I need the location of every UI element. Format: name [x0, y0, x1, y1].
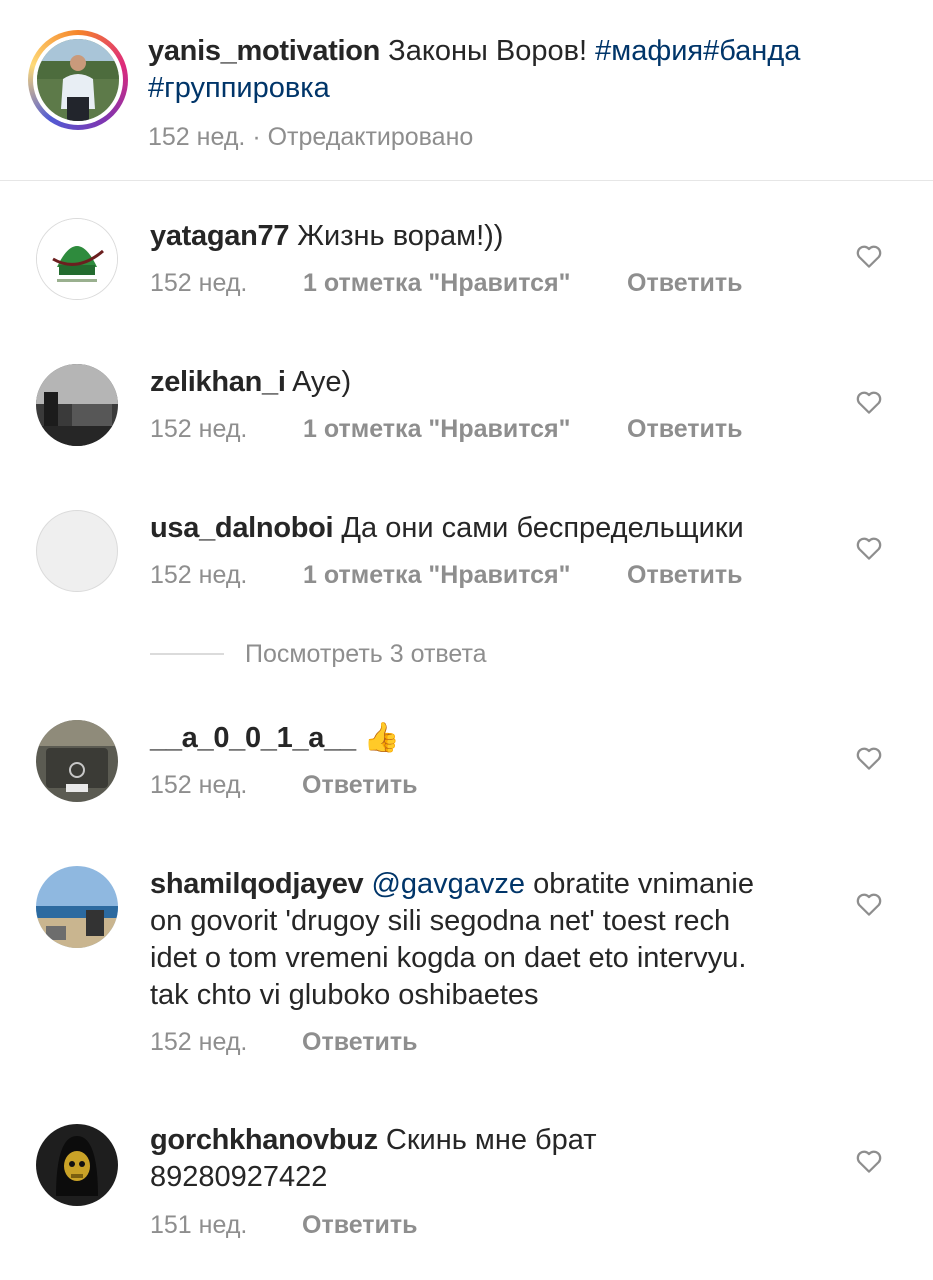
thumbs-up-emoji: 👍: [363, 722, 400, 754]
likes-count[interactable]: 1 отметка "Нравится": [303, 415, 571, 444]
hashtag-link[interactable]: #группировка: [148, 72, 330, 104]
commenter-username[interactable]: gorchkhanovbuz: [150, 1124, 378, 1156]
commenter-username[interactable]: usa_dalnoboi: [150, 512, 334, 544]
view-replies-label: Посмотреть 3 ответа: [245, 640, 487, 668]
likes-count[interactable]: 1 отметка "Нравится": [303, 561, 571, 590]
commenter-username[interactable]: yatagan77: [150, 220, 289, 252]
edited-label: Отредактировано: [267, 123, 474, 151]
comment-text-line: on govorit 'drugoy sili segodna net' toe…: [150, 905, 731, 937]
commenter-username[interactable]: __a_0_0_1_a__: [150, 722, 356, 754]
heart-outline-icon[interactable]: [854, 533, 884, 563]
comment-meta: 152 нед. 1 отметка "Нравится" Ответить: [150, 561, 743, 590]
comment-text-line: idet o tom vremeni kogda on daet eto int…: [150, 942, 747, 974]
post-author-username[interactable]: yanis_motivation: [148, 35, 380, 67]
caption-meta: 152 нед. · Отредактировано: [148, 123, 473, 152]
comment-text-line: 89280927422: [150, 1161, 328, 1193]
heart-outline-icon[interactable]: [854, 889, 884, 919]
caption-line-2: #группировка: [148, 70, 908, 107]
comment-time: 152 нед.: [150, 1028, 248, 1056]
avatar-photo: [36, 720, 118, 802]
avatar-photo: [37, 39, 119, 121]
comment-meta: 152 нед. Ответить: [150, 1028, 418, 1057]
heart-outline-icon[interactable]: [854, 387, 884, 417]
avatar-photo: [37, 219, 117, 299]
comment-text: Жизнь ворам!)): [297, 220, 504, 252]
post-author-avatar[interactable]: [28, 30, 128, 130]
comment-time: 151 нед.: [150, 1211, 248, 1239]
comment-body: usa_dalnoboi Да они сами беспредельщики: [150, 510, 910, 547]
commenter-avatar[interactable]: [36, 364, 118, 446]
commenter-avatar[interactable]: [36, 1124, 118, 1206]
comment-meta: 152 нед. Ответить: [150, 771, 418, 800]
post-time: 152 нед.: [148, 123, 246, 151]
likes-count[interactable]: 1 отметка "Нравится": [303, 269, 571, 298]
hashtag-link[interactable]: #банда: [703, 35, 800, 67]
commenter-avatar[interactable]: [36, 510, 118, 592]
reply-button[interactable]: Ответить: [302, 1028, 418, 1057]
comment-text: Скинь мне брат: [385, 1124, 597, 1156]
comment-body: gorchkhanovbuz Скинь мне брат: [150, 1122, 910, 1159]
comment-body: shamilqodjayev @gavgavze obratite vniman…: [150, 866, 910, 903]
comment-time: 152 нед.: [150, 269, 248, 297]
heart-outline-icon[interactable]: [854, 1146, 884, 1176]
comment-meta: 151 нед. Ответить: [150, 1211, 418, 1240]
avatar-photo: [36, 364, 118, 446]
avatar-photo: [36, 1124, 118, 1206]
comment-body: zelikhan_i Aye): [150, 364, 910, 401]
comment-text-line: tak chto vi gluboko oshibaetes: [150, 979, 539, 1011]
divider: [0, 180, 933, 181]
heart-outline-icon[interactable]: [854, 743, 884, 773]
heart-outline-icon[interactable]: [854, 241, 884, 271]
reply-button[interactable]: Ответить: [627, 561, 743, 590]
caption-text: Законы Воров!: [388, 35, 588, 67]
meta-separator: ·: [252, 123, 261, 151]
caption-line-1: yanis_motivation Законы Воров! #мафия#ба…: [148, 33, 908, 70]
hashtag-link[interactable]: #мафия: [595, 35, 703, 67]
reply-button[interactable]: Ответить: [627, 269, 743, 298]
commenter-username[interactable]: zelikhan_i: [150, 366, 286, 398]
reply-button[interactable]: Ответить: [302, 771, 418, 800]
mention-link[interactable]: @gavgavze: [371, 868, 525, 900]
comment-time: 152 нед.: [150, 561, 248, 589]
comment-body: yatagan77 Жизнь ворам!)): [150, 218, 910, 255]
comment-text: Aye): [292, 366, 352, 398]
commenter-avatar[interactable]: [36, 720, 118, 802]
comment-text: obratite vnimanie: [533, 868, 754, 900]
comment-body: __a_0_0_1_a__ 👍: [150, 720, 910, 757]
commenter-avatar[interactable]: [36, 866, 118, 948]
avatar-photo: [36, 866, 118, 948]
reply-button[interactable]: Ответить: [627, 415, 743, 444]
comment-time: 152 нед.: [150, 771, 248, 799]
replies-rule: [150, 653, 224, 655]
commenter-avatar[interactable]: [36, 218, 118, 300]
reply-button[interactable]: Ответить: [302, 1211, 418, 1240]
post-caption: yanis_motivation Законы Воров! #мафия#ба…: [28, 30, 918, 160]
comment-meta: 152 нед. 1 отметка "Нравится" Ответить: [150, 269, 743, 298]
commenter-username[interactable]: shamilqodjayev: [150, 868, 364, 900]
comment-text: Да они сами беспредельщики: [341, 512, 744, 544]
comment-time: 152 нед.: [150, 415, 248, 443]
comment-meta: 152 нед. 1 отметка "Нравится" Ответить: [150, 415, 743, 444]
